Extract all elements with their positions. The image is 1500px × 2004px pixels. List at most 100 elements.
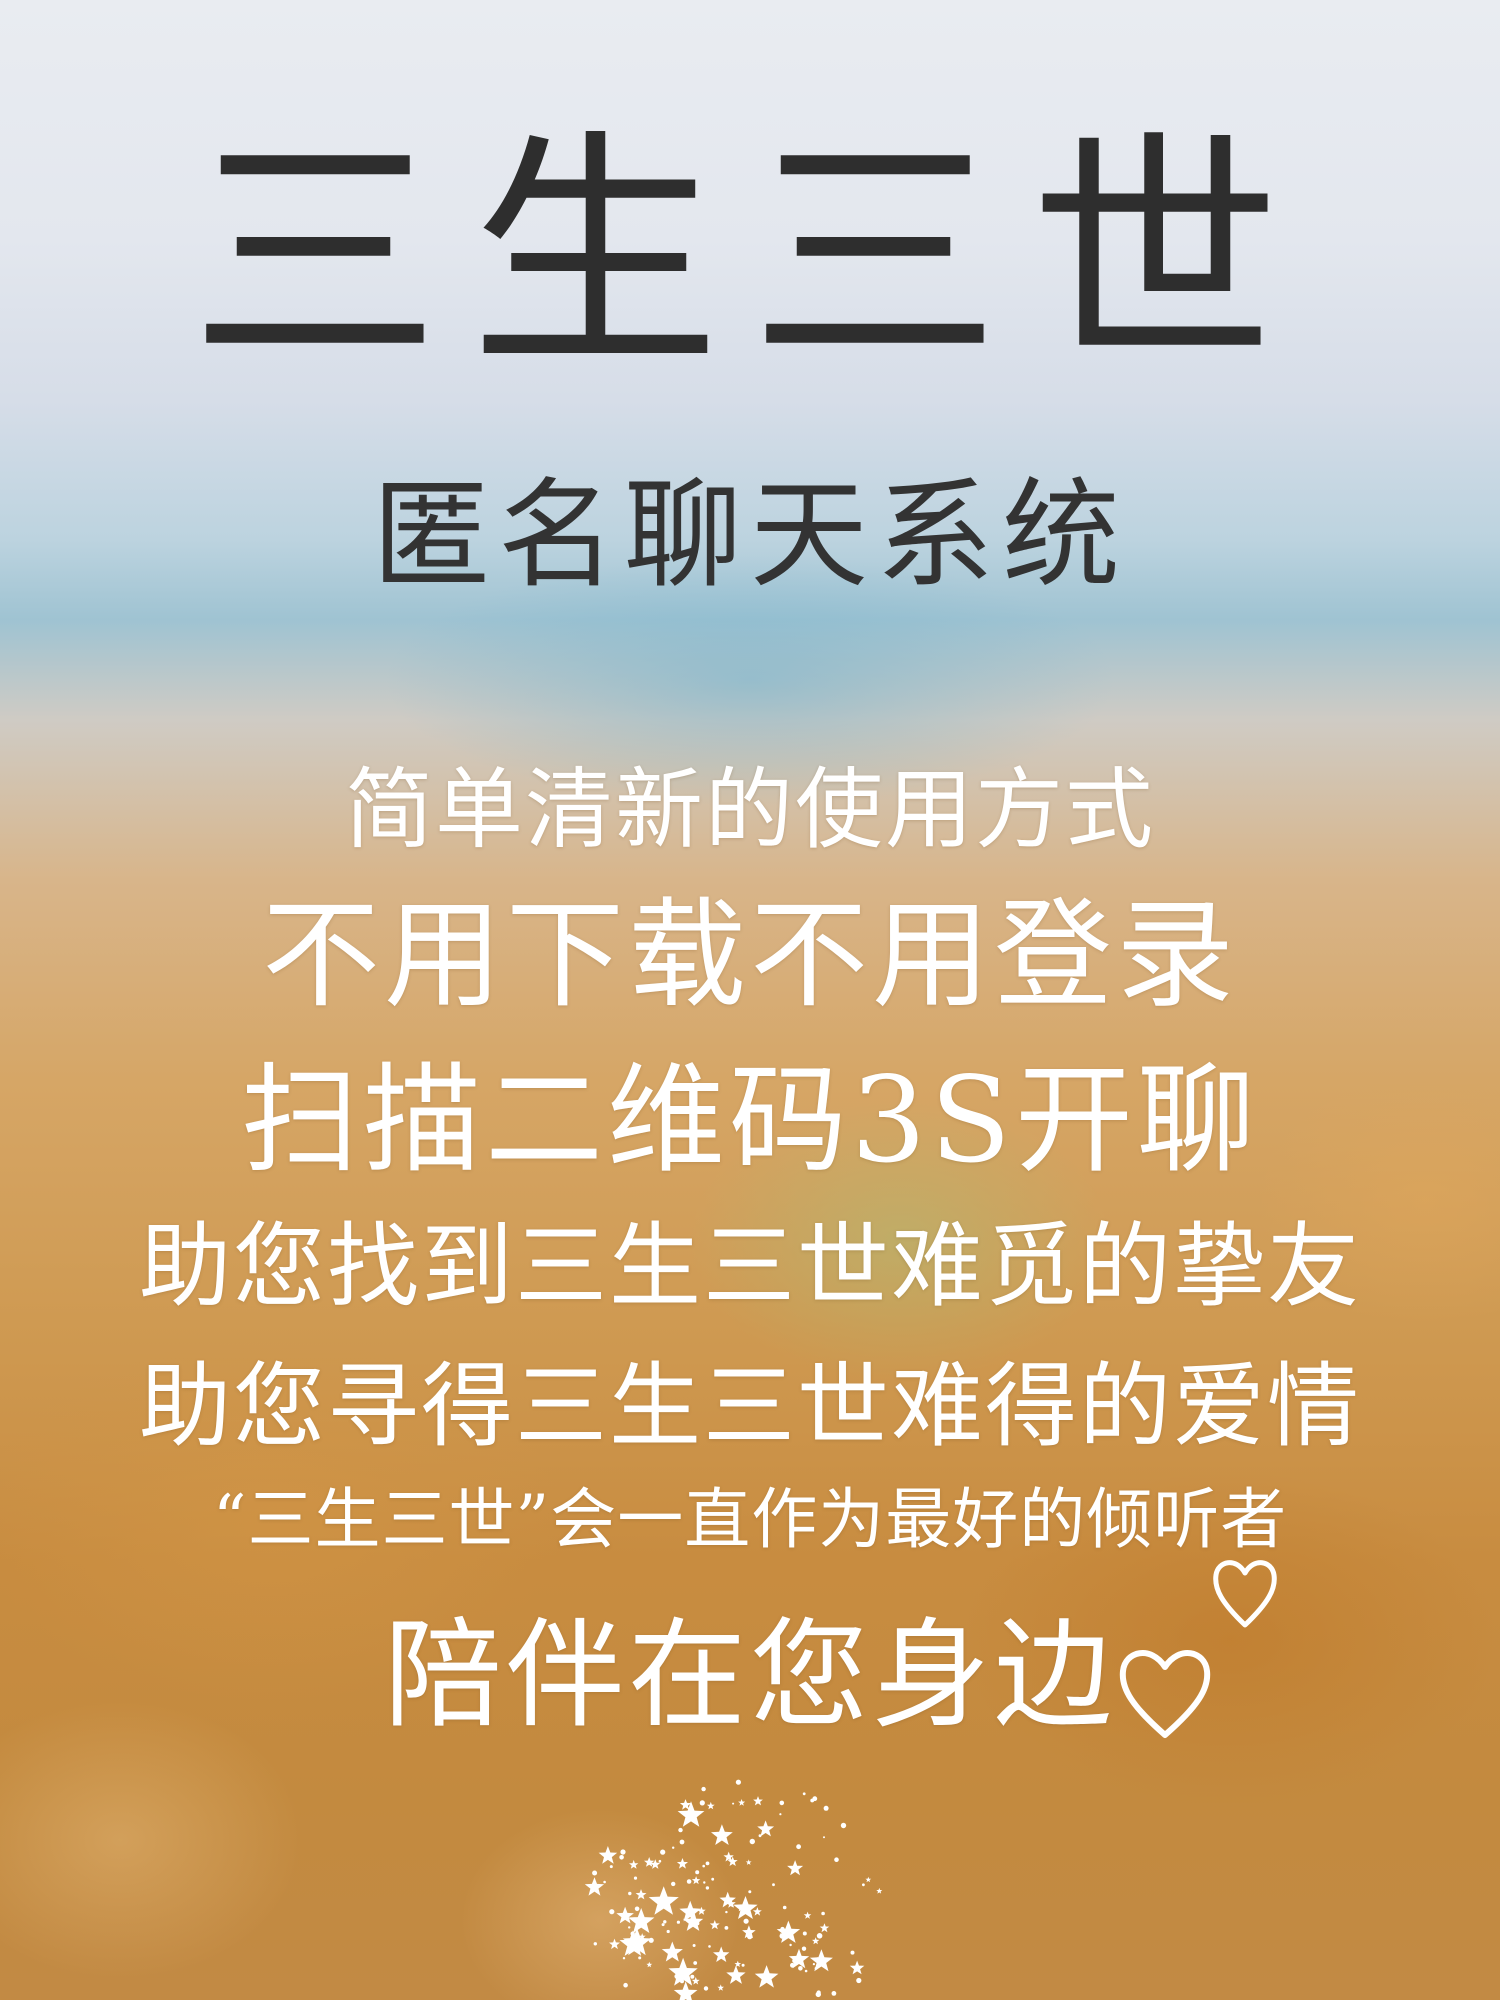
sparkle-dot <box>609 1909 615 1915</box>
sparkle-dot <box>749 1838 755 1845</box>
star-shape <box>809 1949 833 1972</box>
sparkle-dot <box>823 1836 825 1839</box>
sparkle-dot <box>633 1876 638 1880</box>
sparkle-dot <box>648 1937 654 1943</box>
sparkle-dot <box>798 1966 803 1971</box>
sparkle-dot <box>592 1870 598 1876</box>
star-shape <box>776 1920 801 1943</box>
sparkle-dot <box>772 1883 775 1887</box>
star-shape <box>616 1906 634 1924</box>
star-shape <box>752 1907 762 1916</box>
sparkle-dot <box>862 1883 865 1887</box>
sparkle-dot <box>638 1956 642 1960</box>
poster-subtitle: 匿名聊天系统 <box>371 466 1128 604</box>
sparkle-dot <box>672 1846 675 1849</box>
tagline-usage: 简单清新的使用方式 <box>344 758 1155 861</box>
sparkle-dot <box>680 1979 684 1984</box>
tagline-no-download: 不用下载不用登录 <box>261 886 1238 1024</box>
star-shape <box>644 1857 655 1867</box>
star-shape <box>865 1876 872 1883</box>
sparkle-dot <box>782 1905 787 1910</box>
sparkle-dot <box>693 1922 697 1926</box>
star-shape <box>598 1846 618 1864</box>
sparkle-dot <box>796 1844 801 1850</box>
sparkle-dot <box>732 1802 735 1805</box>
sparkle-dot <box>735 1779 741 1785</box>
sparkle-dot <box>790 1962 795 1968</box>
sparkle-dot <box>623 1982 628 1988</box>
star-shape <box>679 1900 701 1922</box>
sparkle-dot <box>758 1834 762 1838</box>
sparkle-dot <box>705 1861 710 1866</box>
star-shape <box>673 1981 698 2004</box>
sparkle-dot <box>802 1931 807 1936</box>
sparkle-dot <box>725 1910 728 1914</box>
star-shape <box>819 1923 830 1933</box>
star-shape <box>713 1946 730 1962</box>
sparkle-dot <box>804 1969 808 1973</box>
sparkle-dot <box>666 1929 670 1934</box>
star-shape <box>661 1941 683 1962</box>
sparkle-dot <box>663 1920 667 1924</box>
sparkle-dot <box>850 1950 855 1955</box>
sparkle-dot <box>831 1991 837 1996</box>
sparkle-dot <box>628 1926 631 1929</box>
sparkle-dot <box>674 1973 680 1979</box>
star-shape <box>717 1984 724 1991</box>
star-shape <box>849 1960 865 1975</box>
sparkle-dot <box>692 1944 696 1947</box>
sparkle-dot <box>823 1805 829 1811</box>
sparkle-dot <box>660 1849 666 1855</box>
star-shape <box>677 1801 705 1827</box>
sparkle-dot <box>658 1859 662 1863</box>
star-shape <box>733 1896 758 1919</box>
star-shape <box>648 1886 679 1915</box>
sparkle-dot <box>705 1886 710 1890</box>
sparkle-dot <box>695 1870 700 1875</box>
star-shape <box>719 1891 736 1908</box>
sparkle-dot <box>711 1877 715 1881</box>
sparkle-dot <box>702 1864 705 1868</box>
sparkle-dot <box>821 1911 825 1916</box>
sparkle-dot <box>620 1849 626 1855</box>
star-shape <box>709 1920 720 1930</box>
star-shape <box>584 1877 605 1896</box>
star-shape <box>691 1876 701 1885</box>
star-shape <box>609 1938 620 1950</box>
sparkle-dot <box>686 1879 692 1884</box>
star-shape <box>646 1961 653 1968</box>
sparkle-dot <box>634 1906 640 1912</box>
heart-icon <box>1210 1545 1280 1635</box>
sparkle-dot <box>622 1957 626 1960</box>
sparkle-dot <box>779 1813 782 1816</box>
heart-icon <box>1115 1635 1215 1745</box>
star-shape <box>697 1906 706 1915</box>
sparkle-dot <box>743 1918 749 1924</box>
stars-sparkle-icon <box>560 1760 910 2004</box>
sparkle-dot <box>700 1802 703 1805</box>
sparkle-dot <box>690 1974 695 1979</box>
star-shape <box>706 1801 715 1810</box>
star-shape <box>787 1860 804 1876</box>
tagline-love: 助您寻得三生三世难得的爱情 <box>138 1353 1361 1460</box>
sparkle-dot <box>708 1945 711 1948</box>
sparkle-dot <box>593 1942 597 1946</box>
sparkle-dot <box>679 1839 685 1845</box>
star-shape <box>726 1965 746 1984</box>
sparkle-dot <box>789 1943 792 1947</box>
star-shape <box>635 1889 647 1900</box>
star-shape <box>676 1858 688 1869</box>
sparkle-dot <box>703 1881 706 1884</box>
tagline-friend: 助您找到三生三世难觅的挚友 <box>138 1213 1361 1320</box>
sparkle-dot <box>810 1798 815 1803</box>
sparkle-dot <box>816 1933 823 1939</box>
star-shape <box>738 1799 746 1806</box>
sparkle-dot <box>603 1880 606 1884</box>
sparkle-dot <box>780 1926 785 1932</box>
star-shape <box>803 1911 812 1919</box>
star-shape <box>711 1824 733 1845</box>
sparkle-dot <box>672 1950 675 1953</box>
sparkle-dot <box>609 1865 613 1869</box>
sparkle-dot <box>701 1786 706 1792</box>
sparkle-dot <box>840 1822 847 1829</box>
